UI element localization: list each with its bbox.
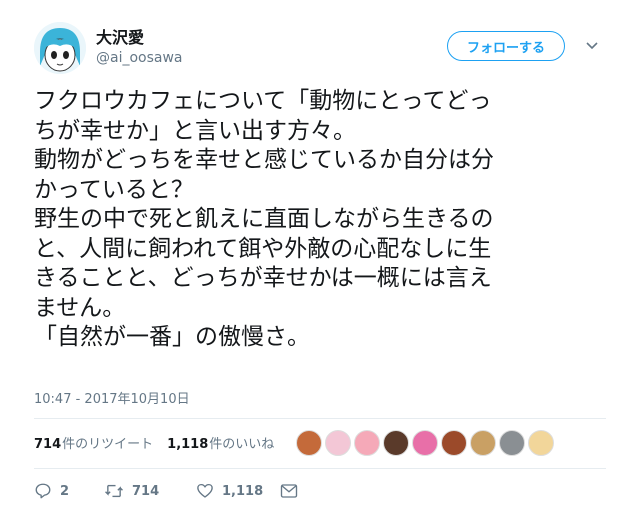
retweet-count: 714 [132, 483, 160, 499]
liker-avatar[interactable] [528, 430, 554, 456]
liker-avatar[interactable] [325, 430, 351, 456]
retweet-icon [105, 484, 123, 498]
retweets-label: 件のリツイート [62, 437, 154, 452]
chevron-down-icon[interactable] [584, 38, 600, 54]
liker-avatars [296, 430, 557, 456]
engagement-stats: 714件のリツイート 1,118件のいいね [34, 433, 288, 452]
like-button[interactable]: 1,118 [196, 482, 280, 500]
liker-avatar[interactable] [412, 430, 438, 456]
likes-label: 件のいいね [209, 437, 275, 452]
tweet-line: きることと、どっちが幸せかは一概には言え [34, 265, 492, 291]
retweet-button[interactable]: 714 [104, 482, 196, 500]
tweet-line: 動物がどっちを幸せと感じているか自分は分 [34, 147, 494, 173]
likes-stat[interactable]: 1,118件のいいね [167, 433, 274, 452]
reply-button[interactable]: 2 [34, 482, 104, 500]
display-name[interactable]: 大沢愛 [96, 24, 144, 48]
liker-avatar[interactable] [441, 430, 467, 456]
tweet-line: 野生の中で死と飢えに直面しながら生きるの [34, 206, 494, 232]
tweet-line: ません。 [34, 294, 126, 321]
tweet-line: かっていると？ [34, 176, 194, 203]
follow-button[interactable]: フォローする [447, 31, 565, 61]
envelope-icon [280, 484, 298, 498]
divider [34, 468, 606, 469]
reply-count: 2 [60, 483, 70, 499]
user-handle[interactable]: @ai_oosawa [96, 50, 183, 66]
tweet-actions: 2 714 1,118 [34, 482, 298, 500]
tweet-timestamp[interactable]: 10:47 - 2017年10月10日 [34, 388, 190, 407]
liker-avatar[interactable] [470, 430, 496, 456]
likes-count: 1,118 [167, 437, 209, 452]
divider [34, 418, 606, 419]
tweet-line: と、人間に飼われて餌や外敵の心配なしに生 [34, 235, 492, 262]
heart-icon [197, 483, 213, 498]
liker-avatar[interactable] [383, 430, 409, 456]
avatar-illustration [34, 22, 86, 74]
liker-avatar[interactable] [499, 430, 525, 456]
tweet-line: 「自然が一番」の傲慢さ。 [34, 324, 310, 350]
like-count: 1,118 [222, 483, 264, 499]
retweets-stat[interactable]: 714件のリツイート [34, 433, 153, 452]
tweet-line: ちが幸せか」と言い出す方々。 [34, 117, 356, 144]
tweet-line: フクロウカフェについて「動物にとってどっ [34, 88, 492, 114]
direct-message-button[interactable] [280, 483, 298, 499]
liker-avatar[interactable] [296, 430, 322, 456]
liker-avatar[interactable] [354, 430, 380, 456]
reply-icon [35, 483, 51, 499]
avatar[interactable] [34, 22, 86, 74]
tweet-text: フクロウカフェについて「動物にとってどっ ちが幸せか」と言い出す方々。 動物がど… [34, 87, 634, 353]
retweets-count: 714 [34, 437, 62, 452]
